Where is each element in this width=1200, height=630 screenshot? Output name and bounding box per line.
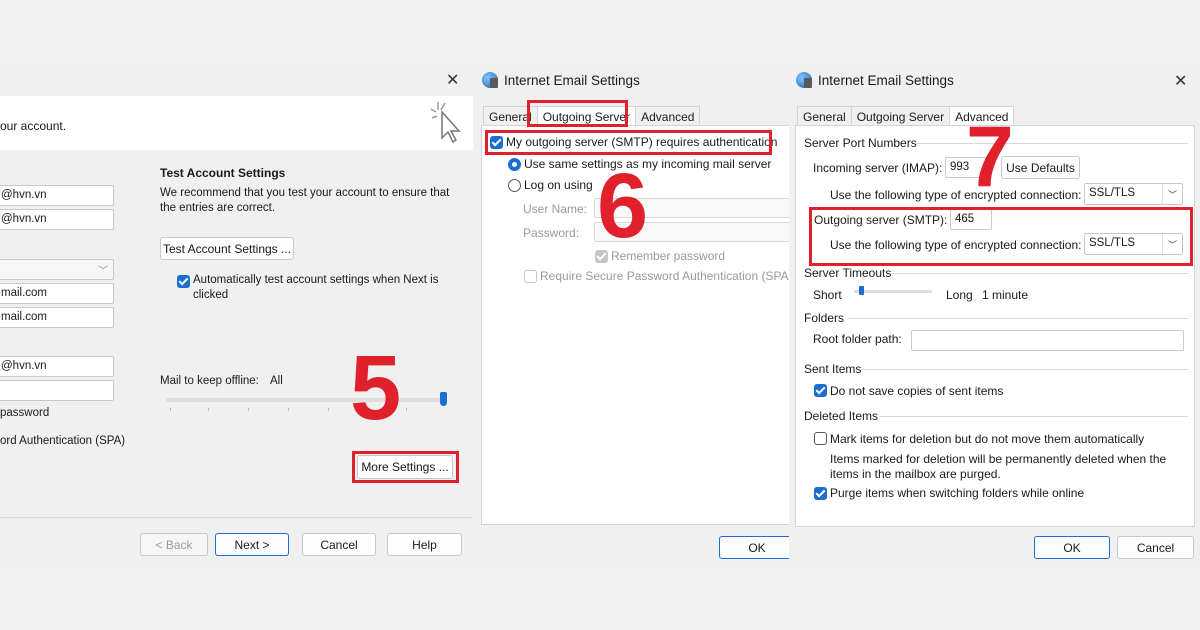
offline-slider-track[interactable] [166,398,446,402]
incoming-encryption-label: Use the following type of encrypted conn… [830,188,1082,202]
purge-items-label: Purge items when switching folders while… [830,486,1085,500]
require-spa-label: Require Secure Password Authentication (… [540,269,789,283]
help-button[interactable]: Help [387,533,462,556]
smtp-auth-highlight [485,130,772,155]
footer-divider [0,517,473,518]
password-field[interactable] [0,380,114,401]
tab-general[interactable]: General [797,106,852,127]
deleted-items-heading: Deleted Items [804,409,879,423]
password-label: Password: [523,226,580,240]
dialog-header [0,96,473,150]
marked-note-2: items in the mailbox are purged. [830,467,1001,481]
account-settings-dialog: ✕ our account. @hvn.vn @hvn.vn ﹀ mail.co… [0,64,473,567]
chevron-down-icon: ﹀ [98,266,108,277]
incoming-server-field[interactable]: mail.com [0,283,114,304]
incoming-server-label: Incoming server (IMAP): [813,161,943,175]
cursor-sparkle-icon [430,102,461,144]
no-copies-checkbox[interactable] [814,384,827,397]
timeout-long-label: Long [946,288,973,302]
user-name-field[interactable]: @hvn.vn [0,356,114,377]
marked-note-1: Items marked for deletion will be perman… [830,452,1167,466]
server-timeouts-heading: Server Timeouts [804,266,892,280]
timeout-value: 1 minute [982,288,1029,302]
ok-button[interactable]: OK [719,536,789,559]
test-account-description-2: the entries are correct. [160,202,276,214]
timeout-slider-thumb[interactable] [859,286,864,295]
more-settings-highlight [352,451,459,483]
log-on-using-radio[interactable] [508,179,521,192]
mark-items-checkbox[interactable] [814,432,827,445]
user-name-label: User Name: [523,202,588,216]
group-divider [916,143,1188,144]
no-copies-label: Do not save copies of sent items [830,384,1004,398]
auto-test-label-2: clicked [193,289,229,301]
offline-slider-thumb[interactable] [440,392,447,406]
header-text: our account. [0,119,67,133]
test-account-heading: Test Account Settings [160,166,286,180]
email-settings-icon [482,72,498,88]
folders-heading: Folders [804,311,845,325]
account-type-select[interactable]: ﹀ [0,259,114,280]
close-icon[interactable]: ✕ [446,70,459,90]
cancel-button[interactable]: Cancel [302,533,376,556]
auto-test-label-1: Automatically test account settings when… [193,274,439,286]
email-settings-icon [796,72,812,88]
group-divider [879,416,1188,417]
test-account-settings-button[interactable]: Test Account Settings ... [160,237,294,260]
auto-test-checkbox[interactable] [177,275,190,288]
purge-items-checkbox[interactable] [814,487,827,500]
mark-items-label: Mark items for deletion but do not move … [830,432,1145,446]
email-address-field[interactable]: @hvn.vn [0,209,114,230]
internet-email-settings-outgoing: Internet Email Settings General Outgoing… [474,64,789,567]
remember-password-label: password [0,407,50,419]
tab-outgoing-server[interactable]: Outgoing Server [850,106,951,127]
group-divider [861,369,1188,370]
outgoing-server-field[interactable]: mail.com [0,307,114,328]
incoming-encryption-select[interactable]: SSL/TLS ﹀ [1084,183,1183,205]
root-folder-input[interactable] [911,330,1184,351]
outgoing-tab-highlight [527,100,628,127]
offline-value: All [270,375,283,387]
timeout-short-label: Short [813,288,842,302]
group-divider [891,273,1188,274]
use-same-settings-radio[interactable] [508,158,521,171]
group-divider [848,318,1188,319]
step-5-number: 5 [350,337,402,439]
chevron-down-icon: ﹀ [1162,184,1182,204]
sent-items-heading: Sent Items [804,362,862,376]
back-button[interactable]: < Back [140,533,208,556]
ok-button[interactable]: OK [1034,536,1110,559]
offline-label: Mail to keep offline: [160,375,259,387]
require-spa-checkbox[interactable] [524,270,537,283]
close-icon[interactable]: ✕ [1174,71,1187,91]
step-7-number: 7 [966,109,1014,205]
root-folder-label: Root folder path: [813,332,902,346]
timeout-slider-track[interactable] [854,290,932,293]
next-button[interactable]: Next > [215,533,289,556]
your-name-field[interactable]: @hvn.vn [0,185,114,206]
log-on-using-label: Log on using [524,178,593,192]
cancel-button[interactable]: Cancel [1117,536,1194,559]
dialog-title: Internet Email Settings [504,73,640,88]
dialog-title: Internet Email Settings [818,73,954,88]
test-account-description-1: We recommend that you test your account … [160,187,450,199]
tab-advanced[interactable]: Advanced [635,106,701,127]
server-port-numbers-heading: Server Port Numbers [804,136,917,150]
step-6-number: 6 [597,155,649,257]
spa-label: ord Authentication (SPA) [0,435,126,447]
incoming-encryption-value: SSL/TLS [1089,187,1136,199]
offline-slider-ticks [170,408,407,411]
outgoing-port-highlight [809,207,1193,266]
internet-email-settings-advanced: Internet Email Settings ✕ General Outgoi… [790,64,1200,567]
